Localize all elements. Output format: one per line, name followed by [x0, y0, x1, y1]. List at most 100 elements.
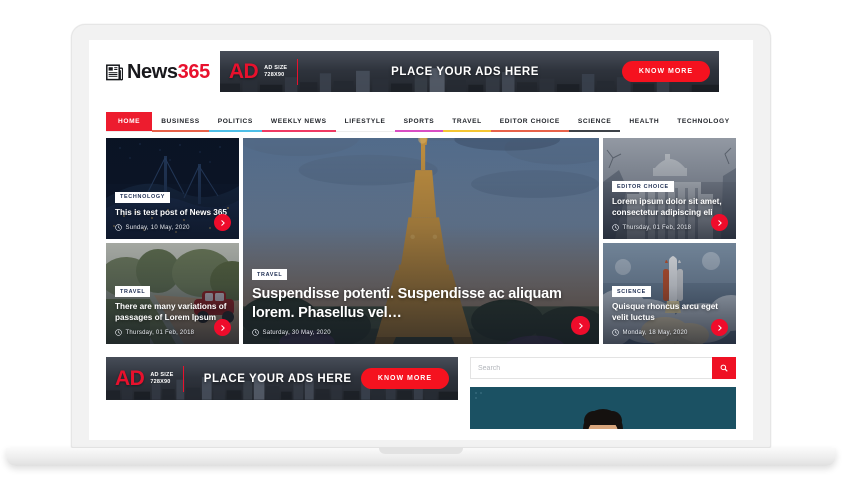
top-ad-content: AD AD SIZE 728X90 PLACE YOUR ADS HERE KNO…: [220, 58, 719, 85]
nav-item-travel[interactable]: TRAVEL: [443, 112, 491, 132]
ad-size-line1: AD SIZE: [150, 371, 174, 378]
sidebar: [470, 357, 736, 429]
sidebar-video-widget[interactable]: [470, 387, 736, 429]
nav-item-weekly-news[interactable]: WEEKLY NEWS: [261, 112, 336, 132]
featured-center-column: TRAVEL Suspendisse potenti. Suspendisse …: [243, 138, 599, 344]
card-read-more-button[interactable]: [214, 319, 231, 336]
ad-size-line2: 728X90: [150, 378, 171, 385]
chevron-right-icon: [220, 324, 225, 331]
bottom-ad-banner[interactable]: AD AD SIZE 728X90 PLACE YOUR ADS HERE KNO…: [106, 357, 458, 400]
nav-item-lifestyle[interactable]: LIFESTYLE: [336, 112, 395, 131]
logo-text-primary: News: [127, 60, 178, 83]
search-input[interactable]: [470, 357, 712, 379]
nav-item-business[interactable]: BUSINESS: [152, 112, 209, 132]
nav-item-label: HOME: [118, 118, 141, 125]
nav-item-underline: [490, 129, 569, 132]
chevron-right-icon: [717, 219, 722, 226]
featured-card-technology[interactable]: TECHNOLOGY This is test post of News 365…: [106, 138, 239, 239]
main-navigation: HOME BUSINESS POLITICS WEEKLY NEWS LIFESTYLE…: [106, 112, 739, 132]
chevron-right-icon: [220, 219, 225, 226]
ad-size-label: AD SIZE 728X90: [264, 65, 287, 79]
card-read-more-button[interactable]: [711, 319, 728, 336]
nav-item-home[interactable]: HOME: [106, 112, 153, 131]
clock-icon: [115, 329, 122, 336]
ad-headline: PLACE YOUR ADS HERE: [203, 372, 352, 385]
search-button[interactable]: [712, 357, 736, 379]
card-content: TRAVEL Suspendisse potenti. Suspendisse …: [243, 263, 599, 344]
card-read-more-button[interactable]: [711, 214, 728, 231]
featured-card-science[interactable]: SCIENCE Quisque rhoncus arcu eget velit …: [603, 243, 736, 344]
nav-item-underline: [568, 129, 621, 132]
category-badge[interactable]: TECHNOLOGY: [115, 191, 171, 203]
featured-card-travel-left[interactable]: TRAVEL There are many variations of pass…: [106, 243, 239, 344]
bottom-ad-content: AD AD SIZE 728X90 PLACE YOUR ADS HERE KNO…: [106, 365, 458, 392]
nav-item-label: BUSINESS: [161, 118, 200, 125]
nav-item-underline: [443, 129, 491, 132]
nav-item-underline: [620, 129, 669, 132]
card-date: Thursday, 01 Feb, 2018: [125, 329, 195, 336]
category-badge[interactable]: SCIENCE: [612, 286, 651, 297]
card-date: Sunday, 10 May, 2020: [125, 224, 190, 231]
site-logo[interactable]: News365: [106, 62, 210, 82]
featured-right-column: EDITOR CHOICE Lorem ipsum dolor sit amet…: [603, 138, 736, 344]
nav-item-underline: [152, 129, 209, 132]
ad-word-label: AD: [228, 60, 259, 83]
featured-card-main-travel[interactable]: TRAVEL Suspendisse potenti. Suspendisse …: [243, 138, 599, 344]
card-meta: Monday, 18 May, 2020: [612, 329, 727, 336]
top-ad-banner[interactable]: AD AD SIZE 728X90 PLACE YOUR ADS HERE KNO…: [219, 51, 719, 92]
ad-headline: PLACE YOUR ADS HERE: [391, 65, 539, 78]
nav-item-health[interactable]: HEALTH: [620, 112, 669, 132]
nav-item-technology[interactable]: TECHNOLOGY: [668, 112, 739, 132]
decorative-dots: [475, 392, 482, 399]
card-title: Quisque rhoncus arcu eget velit luctus: [612, 302, 719, 322]
nav-item-underline: [336, 130, 395, 133]
person-hair-front: [584, 411, 622, 425]
nav-item-label: TECHNOLOGY: [677, 118, 730, 125]
chevron-right-icon: [578, 322, 583, 329]
nav-item-sports[interactable]: SPORTS: [394, 112, 444, 132]
featured-card-editor-choice[interactable]: EDITOR CHOICE Lorem ipsum dolor sit amet…: [603, 138, 736, 239]
nav-item-label: LIFESTYLE: [344, 118, 386, 125]
category-badge[interactable]: TRAVEL: [252, 269, 288, 281]
category-badge[interactable]: TRAVEL: [115, 286, 151, 297]
site-header: News365 AD AD SIZE 728X90 PLACE YOUR ADS…: [106, 40, 736, 102]
card-read-more-button[interactable]: [214, 214, 231, 231]
search-icon: [720, 364, 728, 372]
nav-item-editor-choice[interactable]: EDITOR CHOICE: [490, 112, 569, 132]
clock-icon: [115, 224, 122, 231]
lower-section: AD AD SIZE 728X90 PLACE YOUR ADS HERE KNO…: [106, 357, 736, 429]
card-title: There are many variations of passages of…: [115, 302, 227, 322]
nav-item-label: HEALTH: [629, 118, 660, 125]
logo-text-accent: 365: [177, 60, 211, 83]
nav-item-label: WEEKLY NEWS: [270, 118, 327, 125]
ad-size-line2: 728X90: [264, 71, 285, 78]
laptop-base-notch: [379, 448, 463, 454]
ad-word-label: AD: [115, 367, 145, 390]
card-read-more-button[interactable]: [571, 316, 590, 335]
ad-size-line1: AD SIZE: [264, 64, 288, 71]
browser-screen: News365 AD AD SIZE 728X90 PLACE YOUR ADS…: [89, 40, 753, 440]
ad-divider: [183, 365, 185, 392]
laptop-mockup: News365 AD AD SIZE 728X90 PLACE YOUR ADS…: [0, 0, 842, 500]
nav-item-label: EDITOR CHOICE: [499, 118, 560, 125]
nav-list: HOME BUSINESS POLITICS WEEKLY NEWS LIFESTYLE…: [106, 112, 739, 132]
category-badge[interactable]: EDITOR CHOICE: [612, 181, 674, 192]
nav-item-underline: [208, 129, 262, 132]
ad-size-label: AD SIZE 728X90: [150, 372, 173, 386]
logo-text: News365: [127, 62, 210, 82]
video-person-avatar: [583, 409, 623, 429]
nav-item-label: POLITICS: [217, 118, 253, 125]
news-website-page: News365 AD AD SIZE 728X90 PLACE YOUR ADS…: [89, 40, 753, 429]
nav-item-label: SCIENCE: [577, 118, 612, 125]
card-date: Thursday, 01 Feb, 2018: [622, 224, 692, 231]
search-widget: [470, 357, 736, 379]
clock-icon: [612, 224, 619, 231]
nav-item-science[interactable]: SCIENCE: [568, 112, 621, 132]
lower-left-column: AD AD SIZE 728X90 PLACE YOUR ADS HERE KNO…: [106, 357, 458, 400]
newspaper-icon: [106, 63, 123, 80]
card-title: Suspendisse potenti. Suspendisse ac aliq…: [252, 286, 562, 322]
clock-icon: [612, 329, 619, 336]
nav-item-politics[interactable]: POLITICS: [208, 112, 262, 132]
ad-know-more-button[interactable]: KNOW MORE: [621, 61, 710, 82]
ad-know-more-button[interactable]: KNOW MORE: [360, 368, 449, 389]
